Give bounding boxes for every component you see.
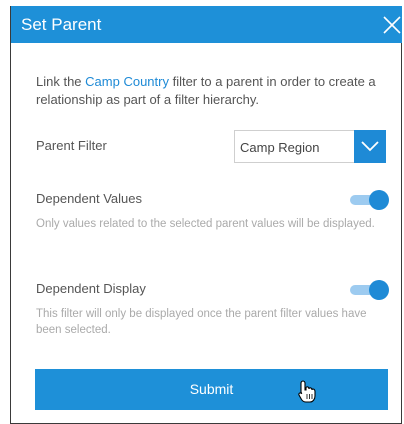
parent-filter-value: Camp Region (240, 140, 320, 155)
hand-pointer-icon (298, 380, 316, 404)
close-icon[interactable] (380, 12, 402, 36)
toggle-knob (369, 190, 389, 210)
dialog-title: Set Parent (21, 15, 102, 34)
dialog-description: Link the Camp Country filter to a parent… (36, 73, 386, 109)
dependent-display-toggle[interactable] (348, 279, 389, 301)
dependent-values-label: Dependent Values (36, 191, 143, 206)
dialog-header: Set Parent (11, 6, 402, 43)
chevron-down-icon[interactable] (354, 130, 386, 163)
dependent-display-hint: This filter will only be displayed once … (36, 308, 367, 336)
dependent-values-toggle[interactable] (348, 189, 389, 211)
dependent-display-label: Dependent Display (36, 281, 146, 296)
parent-filter-label: Parent Filter (36, 138, 107, 153)
set-parent-dialog: Set Parent Link the Camp Country filter … (10, 6, 402, 424)
parent-filter-select[interactable]: Camp Region (234, 130, 386, 163)
submit-button[interactable]: Submit (35, 369, 388, 410)
dependent-values-hint: Only values related to the selected pare… (36, 218, 375, 230)
toggle-knob (369, 280, 389, 300)
description-text-start: Link the (36, 74, 86, 89)
camp-country-link[interactable]: Camp Country (85, 74, 169, 89)
